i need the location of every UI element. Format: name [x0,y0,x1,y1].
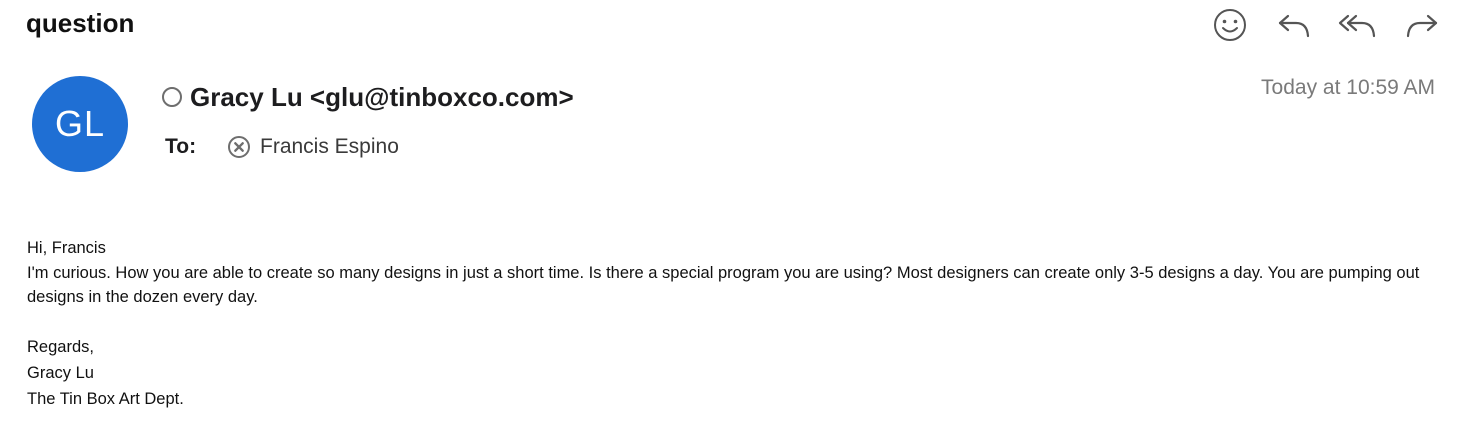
message-body: Hi, Francis I'm curious. How you are abl… [27,236,1447,412]
reply-all-button[interactable] [1334,6,1382,44]
reply-icon [1278,14,1310,38]
to-label: To: [165,135,197,158]
reply-all-icon [1338,14,1376,38]
reaction-button[interactable] [1206,6,1254,44]
greeting: Hi, Francis [27,239,106,257]
recipient-name[interactable]: Francis Espino [260,135,399,159]
sender-name[interactable]: Gracy Lu <glu@tinboxco.com> [190,82,574,113]
closing: Regards, [27,337,94,356]
signature-name: Gracy Lu [27,363,94,382]
unread-status-icon[interactable] [162,87,182,107]
to-row: To: Francis Espino [165,132,399,162]
from-row: Gracy Lu <glu@tinboxco.com> [162,80,574,114]
message-date: Today at 10:59 AM [1261,76,1435,99]
body-paragraph: I'm curious. How you are able to create … [27,263,1420,307]
forward-button[interactable] [1398,6,1446,44]
reply-button[interactable] [1270,6,1318,44]
remove-recipient-icon[interactable] [227,135,251,159]
avatar-initials: GL [54,103,106,144]
smiley-icon [1214,9,1246,41]
avatar: GL [32,76,128,172]
forward-icon [1406,14,1438,38]
message-toolbar [1206,6,1446,44]
subject-title: question [26,8,135,38]
signature-org: The Tin Box Art Dept. [27,389,184,408]
